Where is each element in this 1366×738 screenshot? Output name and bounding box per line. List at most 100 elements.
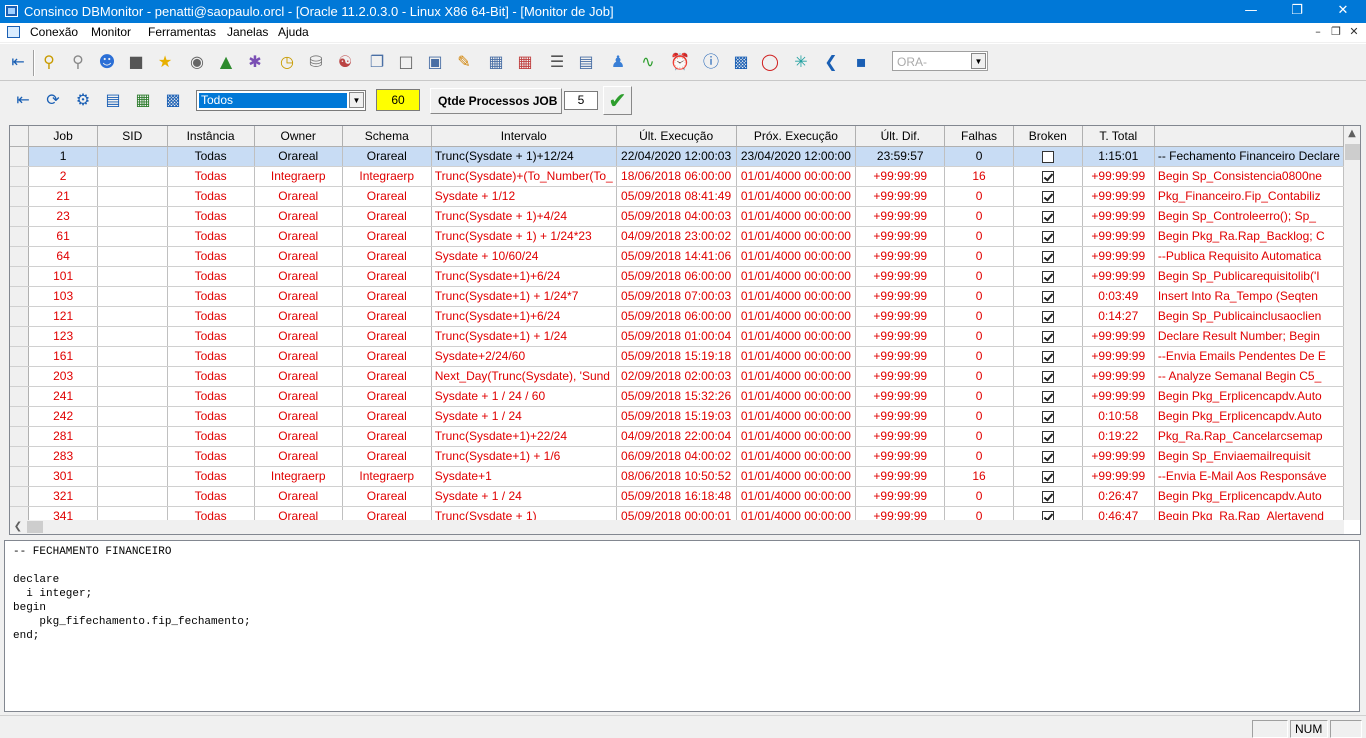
table-row[interactable]: 121 Todas Orareal Orareal Trunc(Sysdate+1)+6… xyxy=(10,306,1344,327)
vertical-scroll-thumb[interactable] xyxy=(1345,144,1360,160)
cell-broken[interactable] xyxy=(1013,406,1083,427)
broken-checkbox[interactable] xyxy=(1041,370,1054,383)
binoculars-icon[interactable]: ◉ xyxy=(183,49,211,77)
broken-checkbox[interactable] xyxy=(1041,470,1054,483)
broken-checkbox[interactable] xyxy=(1041,250,1054,263)
menu-janelas[interactable]: Janelas xyxy=(227,25,268,39)
info-icon[interactable]: ⓘ xyxy=(697,49,725,77)
cell-broken[interactable] xyxy=(1013,446,1083,467)
chart-icon[interactable]: ∿ xyxy=(634,49,662,77)
table-row[interactable]: 321 Todas Orareal Orareal Sysdate + 1 / 24 05… xyxy=(10,486,1344,507)
asterisk-icon[interactable]: ✳ xyxy=(787,49,815,77)
broken-checkbox[interactable] xyxy=(1041,490,1054,503)
cell-broken[interactable] xyxy=(1013,246,1083,267)
col-header-prox-execucao[interactable]: Próx. Execução xyxy=(736,126,857,147)
row-indicator[interactable] xyxy=(10,146,30,167)
cell-broken[interactable] xyxy=(1013,206,1083,227)
instance-filter-select[interactable]: Todos ▼ xyxy=(196,90,366,111)
col-header-t-total[interactable]: T. Total xyxy=(1082,126,1155,147)
col-header-ult-execucao[interactable]: Últ. Execução xyxy=(616,126,737,147)
clock-icon[interactable]: ◷ xyxy=(273,49,301,77)
grid-new-icon[interactable]: ▦ xyxy=(129,87,157,115)
alarm-clock-icon[interactable]: ⏰ xyxy=(666,49,694,77)
grid-select-icon[interactable]: ▩ xyxy=(159,87,187,115)
row-indicator[interactable] xyxy=(10,426,30,447)
menu-conexao[interactable]: Conexão xyxy=(30,25,78,39)
chevron-down-icon[interactable]: ▼ xyxy=(971,53,986,69)
ora-select[interactable]: ORA- ▼ xyxy=(892,51,988,71)
document-edit-icon[interactable]: ✎ xyxy=(450,49,478,77)
row-indicator[interactable] xyxy=(10,346,30,367)
cell-broken[interactable] xyxy=(1013,386,1083,407)
col-header-schema[interactable]: Schema xyxy=(342,126,432,147)
broken-checkbox[interactable] xyxy=(1041,170,1054,183)
row-indicator[interactable] xyxy=(10,386,30,407)
table-row[interactable]: 23 Todas Orareal Orareal Trunc(Sysdate + 1)+… xyxy=(10,206,1344,227)
row-indicator[interactable] xyxy=(10,326,30,347)
cell-broken[interactable] xyxy=(1013,506,1083,520)
back-arrow-icon[interactable]: ❮ xyxy=(817,49,845,77)
people-icon[interactable]: ♟ xyxy=(604,49,632,77)
restore-icon[interactable]: ❐ xyxy=(1274,0,1320,23)
broken-checkbox[interactable] xyxy=(1041,270,1054,283)
broken-checkbox[interactable] xyxy=(1041,330,1054,343)
scroll-up-icon[interactable]: ▲ xyxy=(1344,126,1360,142)
chevron-down-icon[interactable]: ▼ xyxy=(349,92,364,108)
col-header-job[interactable]: Job xyxy=(28,126,99,147)
col-header-instancia[interactable]: Instância xyxy=(167,126,255,147)
row-indicator[interactable] xyxy=(10,186,30,207)
export-icon[interactable]: ▤ xyxy=(99,87,127,115)
refresh-interval-field[interactable]: 60 xyxy=(376,89,420,111)
broken-checkbox[interactable] xyxy=(1041,510,1054,520)
favorite-star-icon[interactable]: ★ xyxy=(151,49,179,77)
refresh-icon[interactable]: ⟳ xyxy=(39,87,67,115)
row-indicator[interactable] xyxy=(10,266,30,287)
settings-gear-icon[interactable]: ⚙ xyxy=(69,87,97,115)
row-indicator[interactable] xyxy=(10,466,30,487)
monitor-icon[interactable]: ▤ xyxy=(572,49,600,77)
calculator-icon[interactable]: ▩ xyxy=(727,49,755,77)
key-gray-icon[interactable]: ⚲ xyxy=(64,49,92,77)
cell-broken[interactable] xyxy=(1013,286,1083,307)
user-icon[interactable]: ☻ xyxy=(93,49,121,77)
cell-broken[interactable] xyxy=(1013,486,1083,507)
app-icon[interactable] xyxy=(5,5,18,17)
mdi-minimize-icon[interactable]: – xyxy=(1308,24,1328,41)
broken-checkbox[interactable] xyxy=(1041,310,1054,323)
col-header-owner[interactable]: Owner xyxy=(254,126,343,147)
broken-checkbox[interactable] xyxy=(1041,430,1054,443)
cell-broken[interactable] xyxy=(1013,466,1083,487)
row-indicator[interactable] xyxy=(10,406,30,427)
table-row[interactable]: 281 Todas Orareal Orareal Trunc(Sysdate+1)+2… xyxy=(10,426,1344,447)
help-book-icon[interactable]: ▪ xyxy=(847,49,875,77)
cell-broken[interactable] xyxy=(1013,306,1083,327)
broken-checkbox[interactable] xyxy=(1041,350,1054,363)
table-row[interactable]: 64 Todas Orareal Orareal Sysdate + 10/60/24 0… xyxy=(10,246,1344,267)
row-indicator[interactable] xyxy=(10,306,30,327)
broken-checkbox[interactable] xyxy=(1041,150,1054,163)
jobs-grid[interactable]: Job SID Instância Owner Schema Intervalo… xyxy=(9,125,1361,535)
broken-checkbox[interactable] xyxy=(1041,410,1054,423)
mdi-child-icon[interactable] xyxy=(7,26,20,38)
col-header-ult-dif[interactable]: Últ. Dif. xyxy=(855,126,946,147)
sessions-icon[interactable]: ✱ xyxy=(241,49,269,77)
list-icon[interactable]: ☰ xyxy=(543,49,571,77)
cell-broken[interactable] xyxy=(1013,186,1083,207)
mdi-restore-icon[interactable]: ❐ xyxy=(1326,24,1346,41)
cell-broken[interactable] xyxy=(1013,166,1083,187)
cell-broken[interactable] xyxy=(1013,226,1083,247)
close-icon[interactable]: ✕ xyxy=(1320,0,1366,23)
table-row[interactable]: 241 Todas Orareal Orareal Sysdate + 1 / 24 /… xyxy=(10,386,1344,407)
table-row[interactable]: 2 Todas Integraerp Integraerp Trunc(Sysdate)… xyxy=(10,166,1344,187)
row-indicator[interactable] xyxy=(10,206,30,227)
document-icon[interactable]: □ xyxy=(392,49,420,77)
table-row[interactable]: 1 Todas Orareal Orareal Trunc(Sysdate + 1)+1… xyxy=(10,146,1344,167)
broken-checkbox[interactable] xyxy=(1041,230,1054,243)
cell-broken[interactable] xyxy=(1013,266,1083,287)
broken-checkbox[interactable] xyxy=(1041,190,1054,203)
row-indicator[interactable] xyxy=(10,486,30,507)
database-icon[interactable]: ⛁ xyxy=(302,49,330,77)
exit-icon[interactable]: ⇤ xyxy=(9,87,37,115)
table-row[interactable]: 61 Todas Orareal Orareal Trunc(Sysdate + 1) … xyxy=(10,226,1344,247)
disconnect-icon[interactable]: ⇤ xyxy=(4,49,32,77)
